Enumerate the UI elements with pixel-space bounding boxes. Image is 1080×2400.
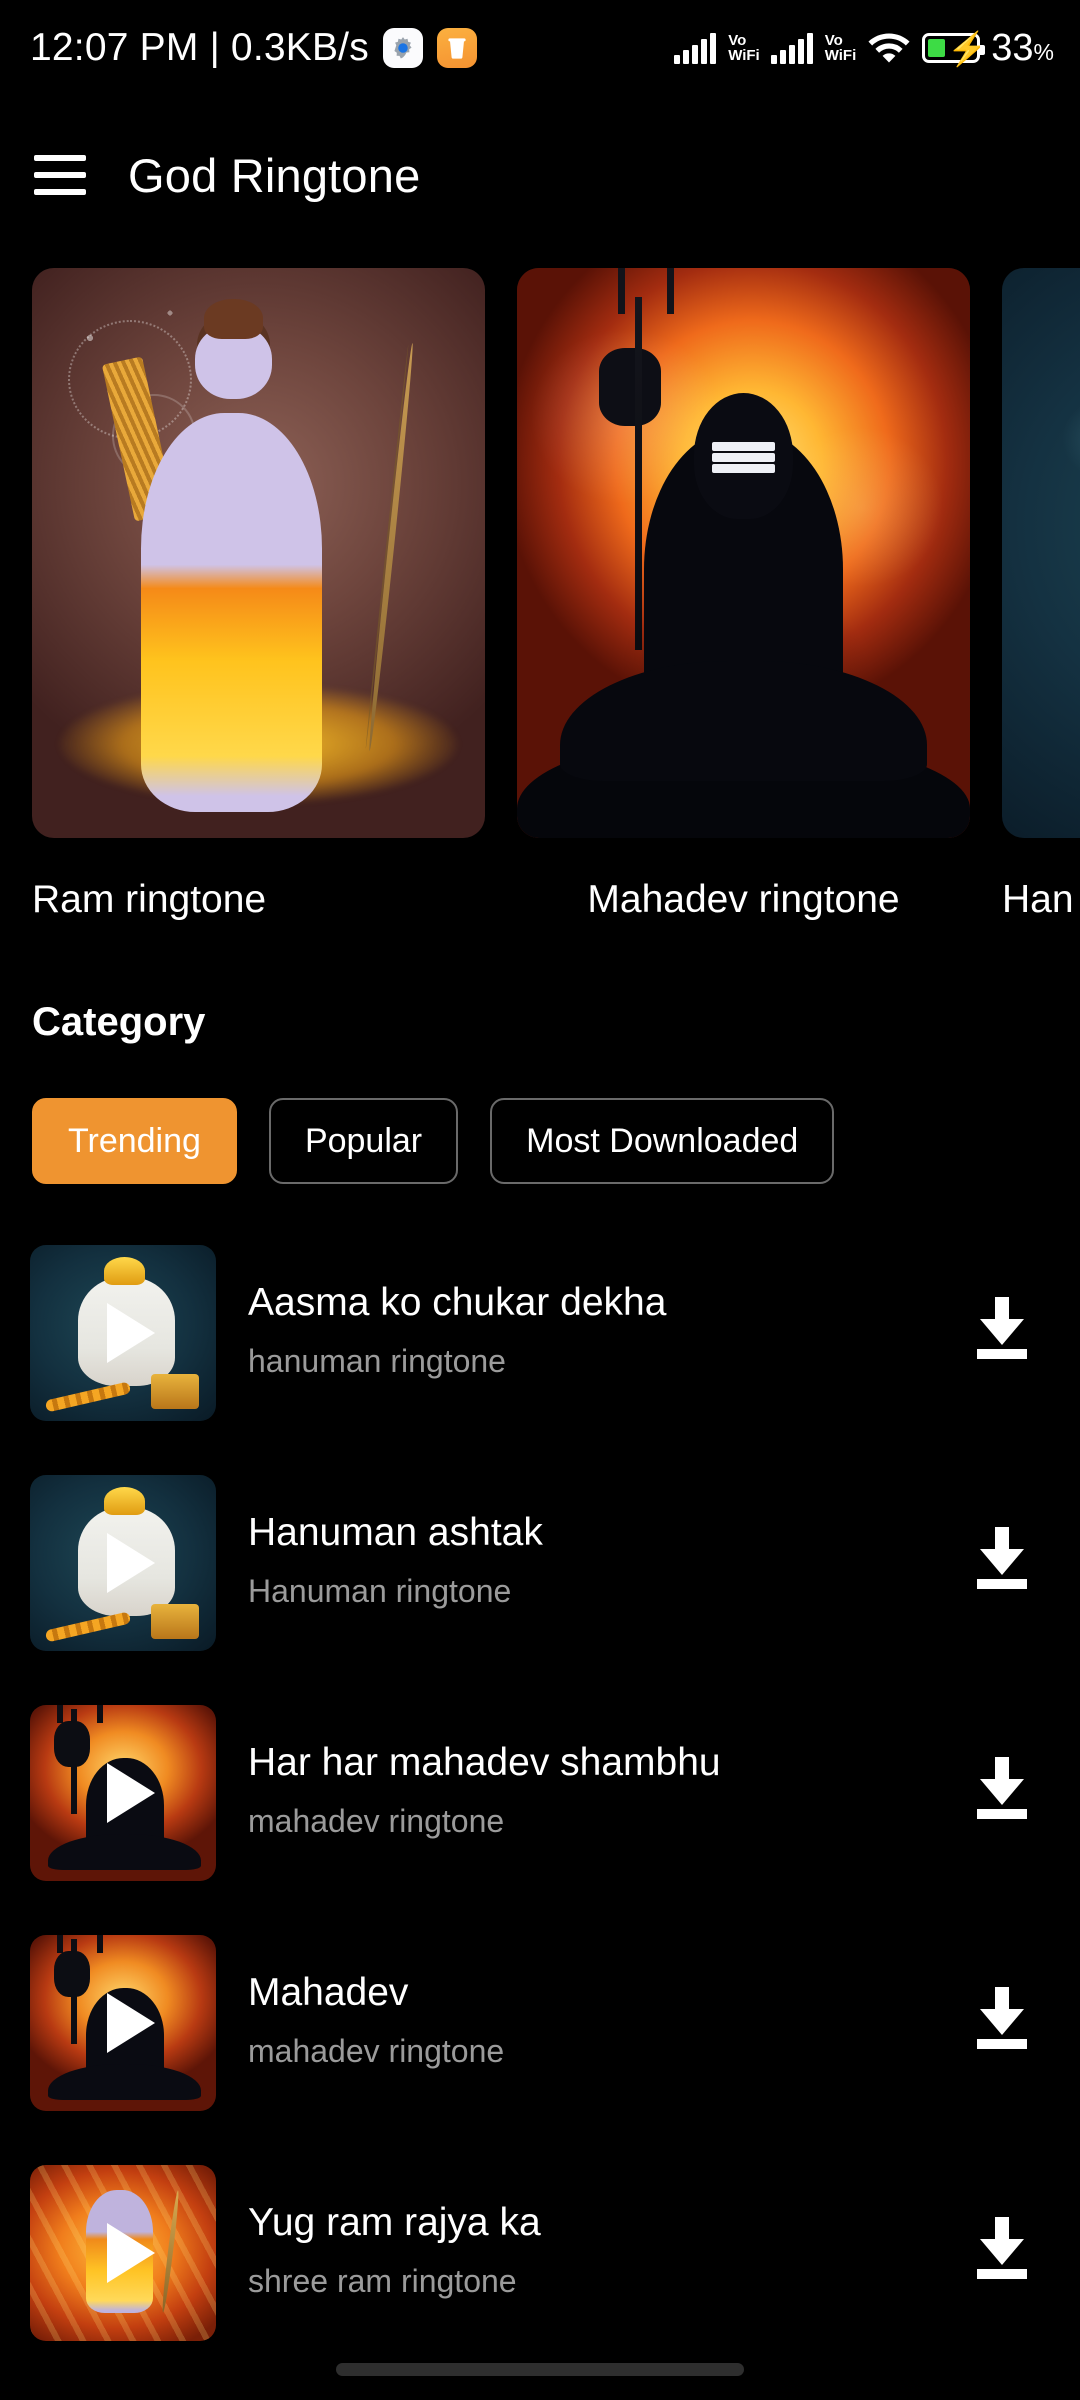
ringtone-thumbnail[interactable] — [30, 1245, 216, 1421]
chip-trending[interactable]: Trending — [32, 1098, 237, 1184]
app-screen: 12:07 PM | 0.3KB/s Vo WiFi Vo WiFi ⚡ 33%… — [0, 0, 1080, 2400]
signal-bars-sim1-icon — [674, 32, 717, 64]
ringtone-subtitle: mahadev ringtone — [248, 1803, 505, 1839]
list-item[interactable]: Yug ram rajya ka shree ram ringtone — [0, 2165, 1080, 2395]
featured-carousel[interactable]: Ram ringtone Mahadev ringtone Han — [0, 268, 1080, 928]
status-clock: 12:07 PM | 0.3KB/s — [30, 26, 369, 69]
play-icon[interactable] — [107, 1303, 155, 1363]
ringtone-title: Yug ram rajya ka — [248, 2201, 541, 2244]
chip-popular[interactable]: Popular — [268, 1098, 459, 1184]
download-icon[interactable] — [974, 1527, 1030, 1589]
ringtone-title: Har har mahadev shambhu — [248, 1741, 721, 1784]
list-item[interactable]: Aasma ko chukar dekha hanuman ringtone — [0, 1245, 1080, 1475]
carousel-card-label: Ram ringtone — [32, 878, 267, 921]
list-item[interactable]: Har har mahadev shambhu mahadev ringtone — [0, 1705, 1080, 1935]
status-bar: 12:07 PM | 0.3KB/s Vo WiFi Vo WiFi ⚡ 33% — [0, 0, 1080, 96]
ringtone-thumbnail[interactable] — [30, 1705, 216, 1881]
list-item[interactable]: Mahadev mahadev ringtone — [0, 1935, 1080, 2165]
carousel-card-image-ram — [32, 268, 485, 838]
battery-icon: ⚡ — [922, 32, 988, 65]
ringtone-title: Hanuman ashtak — [248, 1511, 543, 1554]
carousel-card-ram[interactable]: Ram ringtone — [32, 268, 485, 922]
category-chip-group: Trending Popular Most Downloaded — [32, 1098, 835, 1184]
list-item[interactable]: Hanuman ashtak Hanuman ringtone — [0, 1475, 1080, 1705]
vowifi-label-sim2: Vo WiFi — [824, 32, 857, 64]
play-icon[interactable] — [107, 1993, 155, 2053]
ringtone-thumbnail[interactable] — [30, 1475, 216, 1651]
ringtone-subtitle: shree ram ringtone — [248, 2263, 517, 2299]
trash-icon — [436, 28, 477, 68]
home-gesture-bar[interactable] — [336, 2363, 744, 2376]
battery-percent-label: 33% — [991, 26, 1054, 69]
status-bar-right: Vo WiFi Vo WiFi ⚡ 33% — [674, 27, 1054, 70]
vowifi-label-sim1: Vo WiFi — [728, 32, 760, 64]
carousel-card-label: Han — [1002, 878, 1074, 921]
download-icon[interactable] — [974, 1297, 1030, 1359]
ringtone-title: Aasma ko chukar dekha — [248, 1281, 667, 1324]
carousel-card-image-hanuman — [1002, 268, 1080, 838]
wifi-icon — [867, 29, 911, 68]
download-icon[interactable] — [974, 2217, 1030, 2279]
ringtone-thumbnail[interactable] — [30, 2165, 216, 2341]
ringtone-subtitle: Hanuman ringtone — [248, 1573, 512, 1609]
carousel-card-hanuman[interactable]: Han — [1002, 268, 1080, 922]
page-title: God Ringtone — [128, 148, 421, 202]
ringtone-subtitle: hanuman ringtone — [248, 1343, 506, 1379]
play-icon[interactable] — [107, 1533, 155, 1593]
gear-icon — [382, 28, 423, 68]
app-bar: God Ringtone — [0, 120, 1080, 230]
play-icon[interactable] — [107, 2223, 155, 2283]
download-icon[interactable] — [974, 1757, 1030, 1819]
category-heading: Category — [32, 1000, 206, 1044]
play-icon[interactable] — [107, 1763, 155, 1823]
carousel-track: Ram ringtone Mahadev ringtone Han — [0, 268, 1080, 922]
carousel-card-label: Mahadev ringtone — [587, 878, 900, 921]
ringtone-thumbnail[interactable] — [30, 1935, 216, 2111]
ringtone-list: Aasma ko chukar dekha hanuman ringtone H… — [0, 1245, 1080, 2395]
status-bar-left: 12:07 PM | 0.3KB/s — [30, 26, 477, 70]
chip-most-downloaded[interactable]: Most Downloaded — [490, 1098, 835, 1184]
signal-bars-sim2-icon — [770, 32, 813, 64]
download-icon[interactable] — [974, 1987, 1030, 2049]
ringtone-title: Mahadev — [248, 1971, 409, 2014]
ringtone-subtitle: mahadev ringtone — [248, 2033, 505, 2069]
carousel-card-mahadev[interactable]: Mahadev ringtone — [517, 268, 970, 922]
hamburger-menu-icon[interactable] — [34, 155, 86, 195]
carousel-card-image-mahadev — [517, 268, 970, 838]
